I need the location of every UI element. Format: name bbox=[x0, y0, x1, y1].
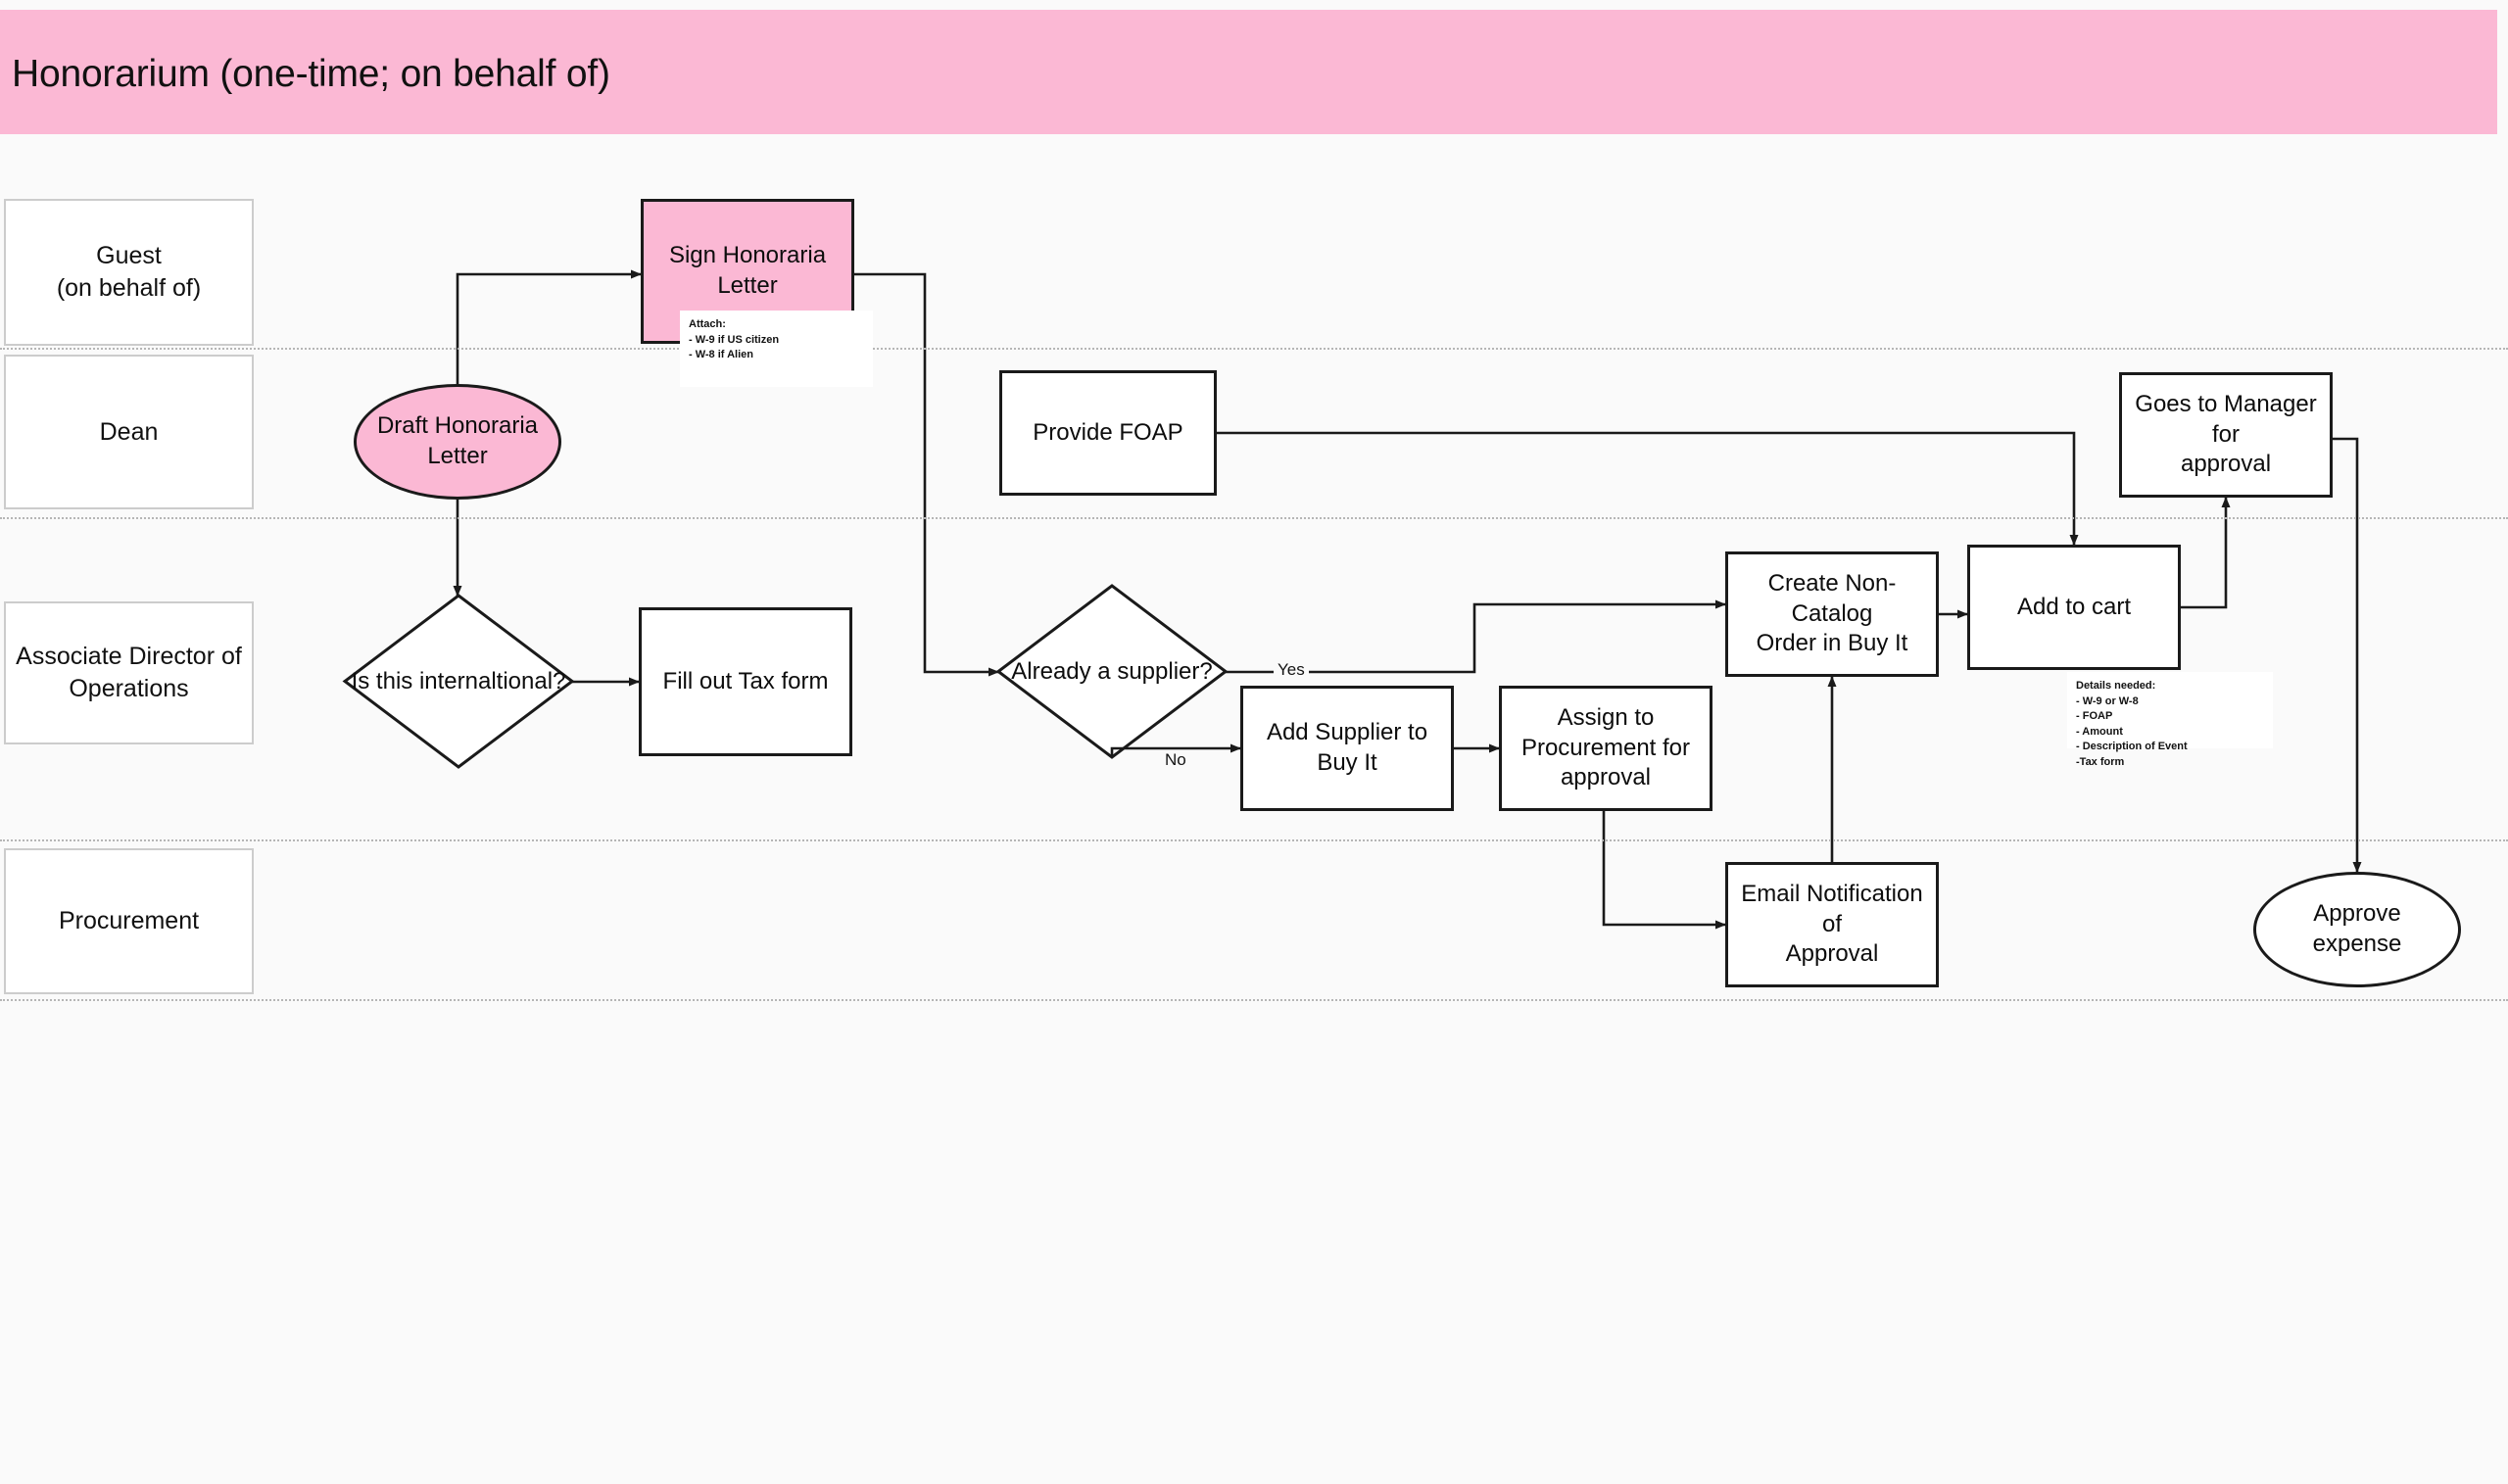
node-assign_procurement[interactable]: Assign to Procurement for approval bbox=[1499, 686, 1712, 811]
edge-label-supplier-no: No bbox=[1161, 750, 1190, 770]
edge-assign-to-email bbox=[1602, 811, 1726, 930]
node-draft_letter[interactable]: Draft Honoraria Letter bbox=[354, 384, 561, 500]
edge-sign-to-supplier bbox=[854, 272, 999, 677]
edge-foap-to-cart bbox=[1217, 431, 2079, 546]
node-email_notification[interactable]: Email Notification of Approval bbox=[1725, 862, 1939, 987]
flowchart-canvas: Honorarium (one-time; on behalf of) Gues… bbox=[0, 0, 2508, 1484]
node-add_to_cart[interactable]: Add to cart bbox=[1967, 545, 2181, 670]
swimlane-divider-dean bbox=[0, 517, 2508, 519]
edge-label-supplier-yes: Yes bbox=[1274, 660, 1309, 680]
edge-draft-to-sign bbox=[456, 269, 642, 384]
node-provide_foap[interactable]: Provide FOAP bbox=[999, 370, 1217, 496]
swimlane-label-dean: Dean bbox=[4, 355, 254, 509]
decision-node-already_supplier[interactable] bbox=[995, 584, 1229, 759]
swimlane-label-guest: Guest (on behalf of) bbox=[4, 199, 254, 346]
note-details_note: Details needed: - W-9 or W-8 - FOAP - Am… bbox=[2067, 672, 2273, 768]
swimlane-divider-assoc_dir bbox=[0, 839, 2508, 841]
node-add_supplier[interactable]: Add Supplier to Buy It bbox=[1240, 686, 1454, 811]
swimlane-divider-procurement bbox=[0, 999, 2508, 1001]
edge-manager-to-approve bbox=[2333, 437, 2362, 873]
node-fill_tax_form[interactable]: Fill out Tax form bbox=[639, 607, 852, 756]
node-approve_expense[interactable]: Approve expense bbox=[2253, 872, 2461, 987]
node-create_order[interactable]: Create Non-Catalog Order in Buy It bbox=[1725, 551, 1939, 677]
edge-cart-to-manager bbox=[2181, 497, 2231, 609]
swimlane-divider-guest bbox=[0, 348, 2508, 350]
node-goes_to_manager[interactable]: Goes to Manager for approval bbox=[2119, 372, 2333, 498]
swimlane-label-procurement: Procurement bbox=[4, 848, 254, 994]
swimlane-label-assoc_dir: Associate Director of Operations bbox=[4, 601, 254, 744]
decision-node-is_international[interactable] bbox=[342, 594, 575, 769]
note-attach_note: Attach: - W-9 if US citizen - W-8 if Ali… bbox=[680, 311, 873, 387]
